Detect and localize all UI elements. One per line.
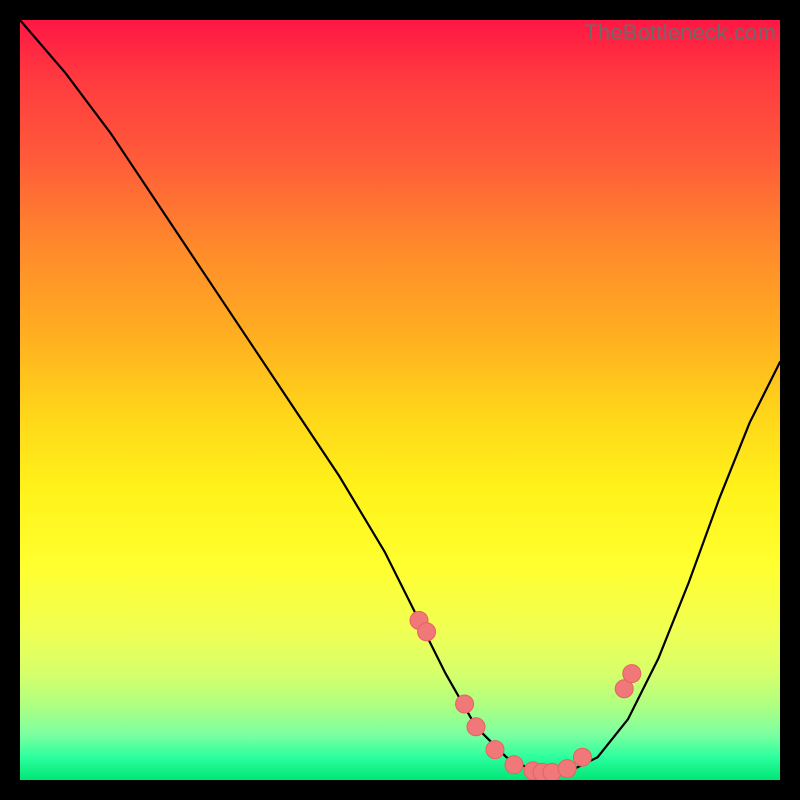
chart-svg bbox=[20, 20, 780, 780]
curve-marker bbox=[418, 623, 436, 641]
bottleneck-curve bbox=[20, 20, 780, 772]
curve-marker bbox=[467, 718, 485, 736]
curve-marker bbox=[505, 756, 523, 774]
curve-marker bbox=[573, 748, 591, 766]
chart-frame: TheBottleneck.com bbox=[0, 0, 800, 800]
curve-marker bbox=[558, 760, 576, 778]
curve-marker bbox=[486, 741, 504, 759]
curve-marker bbox=[623, 665, 641, 683]
curve-markers bbox=[410, 611, 641, 780]
curve-marker bbox=[456, 695, 474, 713]
plot-area: TheBottleneck.com bbox=[20, 20, 780, 780]
